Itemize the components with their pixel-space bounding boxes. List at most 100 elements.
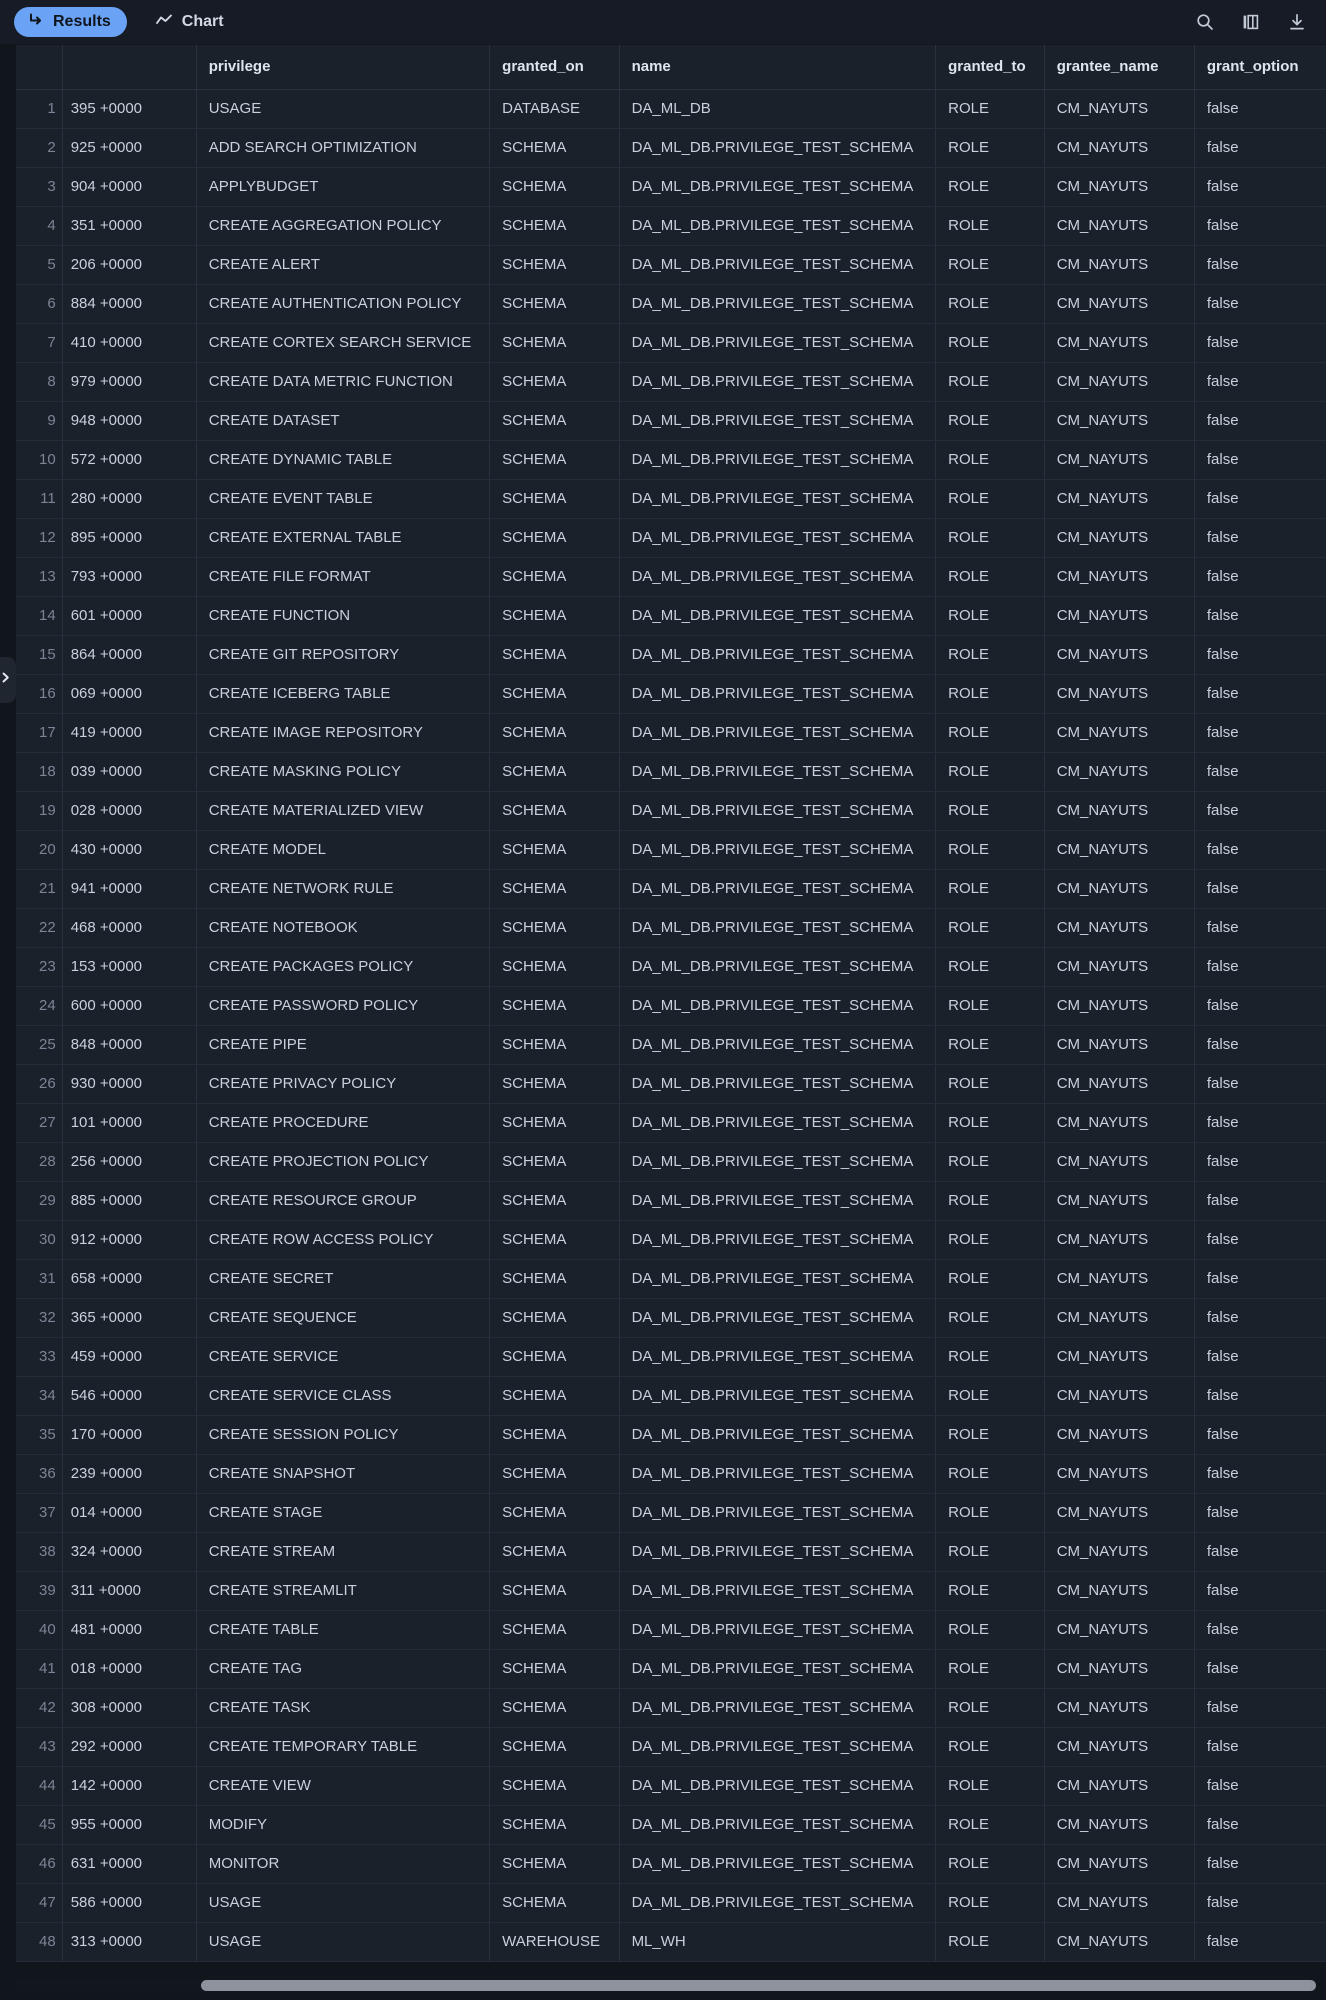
name-cell[interactable]: DA_ML_DB.PRIVILEGE_TEST_SCHEMA	[619, 323, 937, 363]
grant-option-cell[interactable]: false	[1194, 986, 1326, 1026]
granted-to-cell[interactable]: ROLE	[935, 1337, 1045, 1377]
row-number-cell[interactable]: 37	[16, 1493, 63, 1533]
privilege-cell[interactable]: CREATE STAGE	[196, 1493, 491, 1533]
granted-to-cell[interactable]: ROLE	[935, 1415, 1045, 1455]
granted-on-cell[interactable]: SCHEMA	[489, 752, 620, 792]
granted-on-cell[interactable]: SCHEMA	[489, 1376, 620, 1416]
table-row[interactable]: 26 930 +0000 CREATE PRIVACY POLICY SCHEMA DA…	[16, 1064, 1326, 1104]
granted-to-cell[interactable]: ROLE	[935, 1220, 1045, 1260]
row-number-cell[interactable]: 25	[16, 1025, 63, 1065]
grantee-name-cell[interactable]: CM_NAYUTS	[1044, 986, 1195, 1026]
table-row[interactable]: 14 601 +0000 CREATE FUNCTION SCHEMA DA_ML_DB…	[16, 596, 1326, 636]
granted-on-cell[interactable]: SCHEMA	[489, 830, 620, 870]
granted-to-cell[interactable]: ROLE	[935, 1025, 1045, 1065]
timestamp-cell[interactable]: 481 +0000	[62, 1610, 197, 1650]
name-cell[interactable]: DA_ML_DB.PRIVILEGE_TEST_SCHEMA	[619, 635, 937, 675]
table-row[interactable]: 19 028 +0000 CREATE MATERIALIZED VIEW SCHEM…	[16, 791, 1326, 831]
grantee-name-cell[interactable]: CM_NAYUTS	[1044, 1844, 1195, 1884]
granted-on-cell[interactable]: SCHEMA	[489, 635, 620, 675]
row-number-cell[interactable]: 39	[16, 1571, 63, 1611]
grantee-name-cell[interactable]: CM_NAYUTS	[1044, 401, 1195, 441]
name-cell[interactable]: DA_ML_DB.PRIVILEGE_TEST_SCHEMA	[619, 596, 937, 636]
columns-icon[interactable]	[1236, 7, 1266, 37]
name-cell[interactable]: DA_ML_DB.PRIVILEGE_TEST_SCHEMA	[619, 1571, 937, 1611]
name-cell[interactable]: DA_ML_DB.PRIVILEGE_TEST_SCHEMA	[619, 206, 937, 246]
name-cell[interactable]: DA_ML_DB.PRIVILEGE_TEST_SCHEMA	[619, 1766, 937, 1806]
row-number-cell[interactable]: 8	[16, 362, 63, 402]
table-row[interactable]: 38 324 +0000 CREATE STREAM SCHEMA DA_ML_DB.P…	[16, 1532, 1326, 1572]
granted-on-cell[interactable]: SCHEMA	[489, 986, 620, 1026]
table-row[interactable]: 47 586 +0000 USAGE SCHEMA DA_ML_DB.PRIVILEGE…	[16, 1883, 1326, 1923]
granted-to-cell[interactable]: ROLE	[935, 1259, 1045, 1299]
table-row[interactable]: 27 101 +0000 CREATE PROCEDURE SCHEMA DA_ML_D…	[16, 1103, 1326, 1143]
table-row[interactable]: 7 410 +0000 CREATE CORTEX SEARCH SERVICE SC…	[16, 323, 1326, 363]
name-cell[interactable]: DA_ML_DB.PRIVILEGE_TEST_SCHEMA	[619, 284, 937, 324]
granted-to-cell[interactable]: ROLE	[935, 245, 1045, 285]
timestamp-cell[interactable]: 395 +0000	[62, 89, 197, 129]
row-number-cell[interactable]: 38	[16, 1532, 63, 1572]
grant-option-cell[interactable]: false	[1194, 635, 1326, 675]
name-cell[interactable]: DA_ML_DB	[619, 89, 937, 129]
granted-on-cell[interactable]: SCHEMA	[489, 323, 620, 363]
grantee-name-cell[interactable]: CM_NAYUTS	[1044, 635, 1195, 675]
timestamp-cell[interactable]: 256 +0000	[62, 1142, 197, 1182]
row-number-cell[interactable]: 10	[16, 440, 63, 480]
granted-on-cell[interactable]: SCHEMA	[489, 596, 620, 636]
grant-option-cell[interactable]: false	[1194, 1844, 1326, 1884]
timestamp-cell[interactable]: 039 +0000	[62, 752, 197, 792]
granted-to-cell[interactable]: ROLE	[935, 713, 1045, 753]
name-cell[interactable]: DA_ML_DB.PRIVILEGE_TEST_SCHEMA	[619, 908, 937, 948]
grantee-name-cell[interactable]: CM_NAYUTS	[1044, 1259, 1195, 1299]
name-cell[interactable]: DA_ML_DB.PRIVILEGE_TEST_SCHEMA	[619, 1337, 937, 1377]
name-cell[interactable]: DA_ML_DB.PRIVILEGE_TEST_SCHEMA	[619, 1064, 937, 1104]
name-cell[interactable]: DA_ML_DB.PRIVILEGE_TEST_SCHEMA	[619, 401, 937, 441]
grant-option-cell[interactable]: false	[1194, 1883, 1326, 1923]
row-number-cell[interactable]: 23	[16, 947, 63, 987]
granted-to-cell[interactable]: ROLE	[935, 635, 1045, 675]
granted-to-cell[interactable]: ROLE	[935, 1649, 1045, 1689]
privilege-cell[interactable]: CREATE PROCEDURE	[196, 1103, 491, 1143]
name-cell[interactable]: DA_ML_DB.PRIVILEGE_TEST_SCHEMA	[619, 947, 937, 987]
grant-option-cell[interactable]: false	[1194, 401, 1326, 441]
table-row[interactable]: 45 955 +0000 MODIFY SCHEMA DA_ML_DB.PRIVILEG…	[16, 1805, 1326, 1845]
timestamp-cell[interactable]: 885 +0000	[62, 1181, 197, 1221]
row-number-cell[interactable]: 18	[16, 752, 63, 792]
name-cell[interactable]: DA_ML_DB.PRIVILEGE_TEST_SCHEMA	[619, 1142, 937, 1182]
tab-chart[interactable]: Chart	[141, 7, 238, 37]
grantee-name-cell[interactable]: CM_NAYUTS	[1044, 323, 1195, 363]
row-number-cell[interactable]: 43	[16, 1727, 63, 1767]
table-row[interactable]: 12 895 +0000 CREATE EXTERNAL TABLE SCHEMA DA…	[16, 518, 1326, 558]
table-row[interactable]: 17 419 +0000 CREATE IMAGE REPOSITORY SCHEMA…	[16, 713, 1326, 753]
grantee-name-cell[interactable]: CM_NAYUTS	[1044, 518, 1195, 558]
row-number-cell[interactable]: 35	[16, 1415, 63, 1455]
privilege-cell[interactable]: CREATE SERVICE CLASS	[196, 1376, 491, 1416]
table-row[interactable]: 40 481 +0000 CREATE TABLE SCHEMA DA_ML_DB.PR…	[16, 1610, 1326, 1650]
grant-option-cell[interactable]: false	[1194, 245, 1326, 285]
timestamp-cell[interactable]: 430 +0000	[62, 830, 197, 870]
row-number-cell[interactable]: 47	[16, 1883, 63, 1923]
table-row[interactable]: 28 256 +0000 CREATE PROJECTION POLICY SCHEM…	[16, 1142, 1326, 1182]
grantee-name-cell[interactable]: CM_NAYUTS	[1044, 128, 1195, 168]
grantee-name-cell[interactable]: CM_NAYUTS	[1044, 479, 1195, 519]
grantee-name-cell[interactable]: CM_NAYUTS	[1044, 713, 1195, 753]
timestamp-cell[interactable]: 864 +0000	[62, 635, 197, 675]
header-granted-to[interactable]: granted_to	[935, 45, 1045, 90]
granted-to-cell[interactable]: ROLE	[935, 791, 1045, 831]
privilege-cell[interactable]: CREATE MASKING POLICY	[196, 752, 491, 792]
row-number-cell[interactable]: 32	[16, 1298, 63, 1338]
privilege-cell[interactable]: CREATE DATA METRIC FUNCTION	[196, 362, 491, 402]
granted-to-cell[interactable]: ROLE	[935, 1766, 1045, 1806]
granted-to-cell[interactable]: ROLE	[935, 1844, 1045, 1884]
timestamp-cell[interactable]: 419 +0000	[62, 713, 197, 753]
download-icon[interactable]	[1282, 7, 1312, 37]
granted-to-cell[interactable]: ROLE	[935, 869, 1045, 909]
expand-panel-handle[interactable]	[0, 657, 16, 703]
row-number-cell[interactable]: 30	[16, 1220, 63, 1260]
granted-on-cell[interactable]: SCHEMA	[489, 1298, 620, 1338]
name-cell[interactable]: DA_ML_DB.PRIVILEGE_TEST_SCHEMA	[619, 1415, 937, 1455]
privilege-cell[interactable]: USAGE	[196, 89, 491, 129]
name-cell[interactable]: DA_ML_DB.PRIVILEGE_TEST_SCHEMA	[619, 830, 937, 870]
grant-option-cell[interactable]: false	[1194, 284, 1326, 324]
grantee-name-cell[interactable]: CM_NAYUTS	[1044, 1376, 1195, 1416]
timestamp-cell[interactable]: 912 +0000	[62, 1220, 197, 1260]
